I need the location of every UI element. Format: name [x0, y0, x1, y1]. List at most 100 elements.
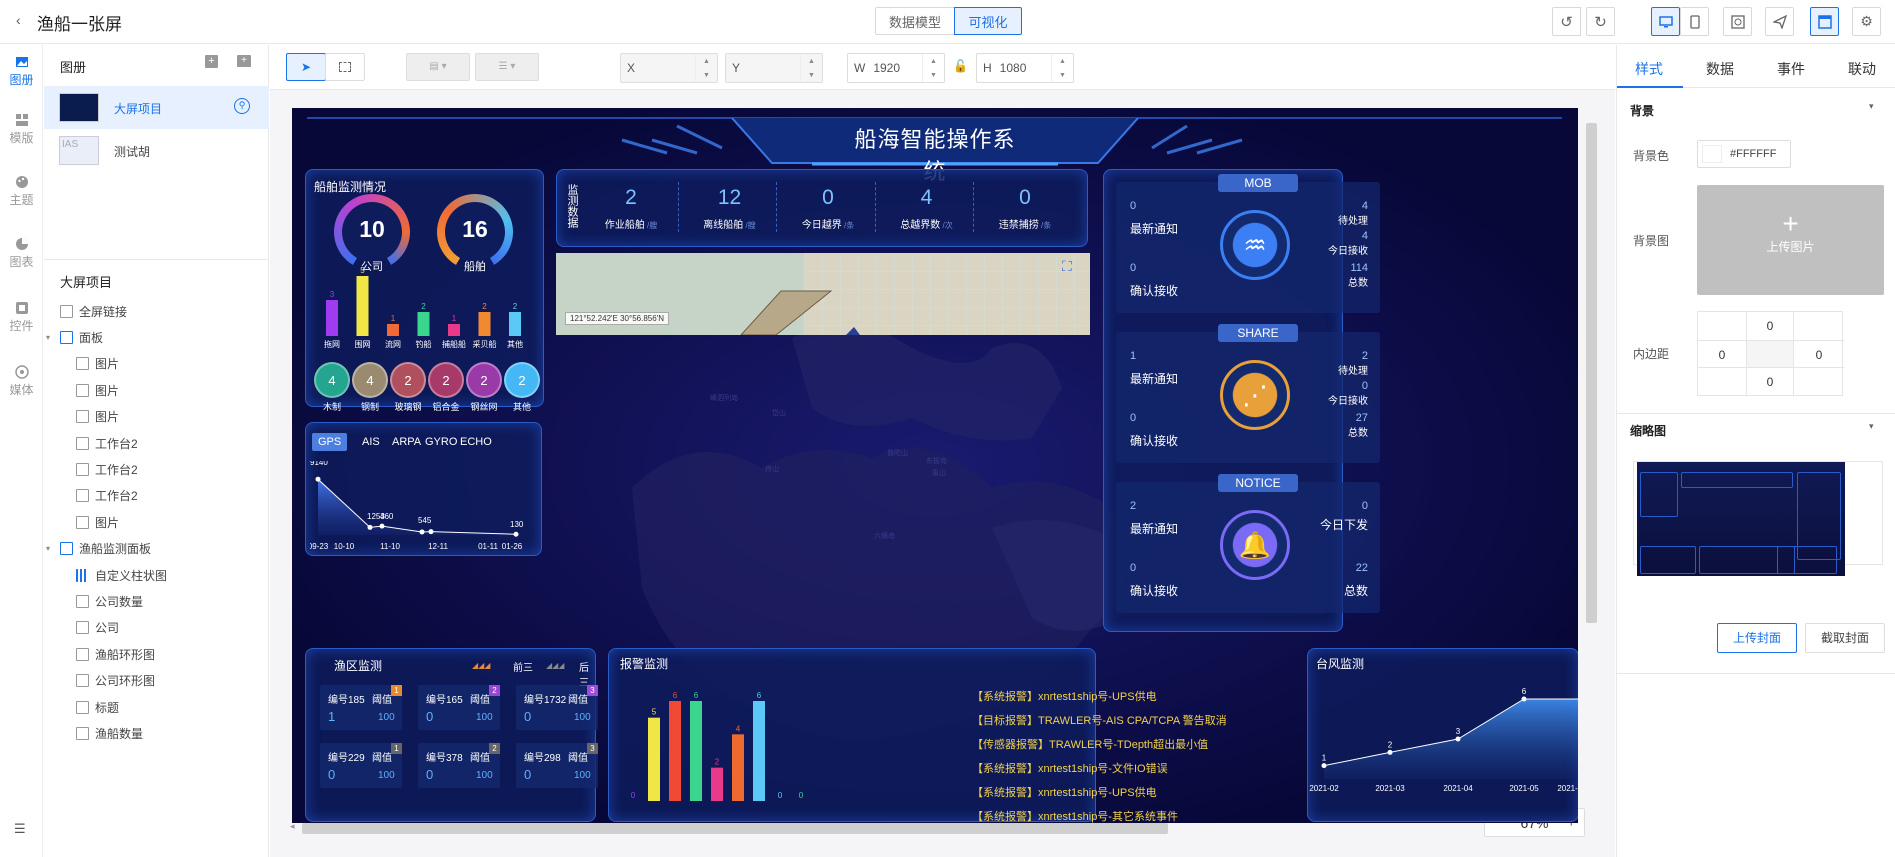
bar-category-label: 捕船船 — [442, 339, 466, 349]
sensor-tab[interactable]: AIS — [356, 433, 386, 451]
padding-top[interactable]: 0 — [1746, 312, 1794, 340]
bg-color-input[interactable]: #FFFFFF — [1697, 140, 1791, 168]
preview-button[interactable] — [1723, 7, 1752, 36]
fishing-zone-cell[interactable]: 编号185 阈值 1 100 1 — [320, 685, 402, 730]
typhoon-axis-label: 2021-02 — [1309, 784, 1339, 793]
map-strip[interactable]: 121°52.242'E 30°56.856'N ⛶ — [556, 253, 1090, 335]
typhoon-title: 台风监测 — [1316, 657, 1365, 671]
add-folder-icon[interactable]: + — [237, 55, 251, 67]
album-item-active[interactable]: 大屏项目 ⚲ — [44, 86, 269, 129]
fishing-zone-cell[interactable]: 编号165 阈值 0 100 2 — [418, 685, 500, 730]
x-input[interactable]: X ▲ ▼ — [620, 53, 718, 83]
album-icon — [15, 57, 28, 67]
properties-tab[interactable]: 联动 — [1848, 59, 1876, 79]
confirmed-label: 确认接收 — [1130, 434, 1179, 448]
fishing-zone-cell[interactable]: 编号378 阈值 0 100 2 — [418, 743, 500, 788]
properties-tab[interactable]: 样式 — [1635, 59, 1663, 79]
cell-threshold-label: 阈值 — [372, 695, 392, 706]
nav-theme[interactable]: 主题 — [0, 175, 43, 208]
alarm-message[interactable]: 【传感器报警】TRAWLER号-TDepth超出最小值 — [972, 736, 1208, 752]
lock-icon[interactable]: 🔓 — [953, 59, 968, 73]
bg-image-upload[interactable]: + 上传图片 — [1697, 185, 1884, 295]
properties-tab[interactable]: 数据 — [1706, 59, 1734, 79]
material-value: 4 — [328, 372, 336, 388]
marquee-tool-button[interactable] — [325, 53, 365, 81]
desktop-view-button[interactable] — [1651, 7, 1680, 36]
data-model-button[interactable]: 数据模型 — [875, 7, 955, 35]
padding-left[interactable]: 0 — [1698, 340, 1746, 368]
distribute-dropdown[interactable]: ☰ ▾ — [475, 53, 539, 81]
notice-stat-label: 待处理 — [1338, 366, 1368, 377]
cell-value: 0 — [524, 767, 532, 782]
upload-cover-button[interactable]: 上传封面 — [1717, 623, 1797, 653]
redo-button[interactable]: ↻ — [1586, 7, 1615, 36]
padding-right[interactable]: 0 — [1794, 340, 1844, 368]
sensor-tab[interactable]: ECHO — [454, 433, 498, 451]
add-page-icon[interactable]: + — [205, 55, 218, 68]
alarm-message[interactable]: 【系统报警】xnrtest1ship号-其它系统事件 — [972, 808, 1178, 823]
select-tool-button[interactable]: ➤ — [286, 53, 326, 81]
fishing-zone-title: 渔区监测 — [334, 659, 383, 673]
padding-bottom[interactable]: 0 — [1746, 368, 1794, 396]
nav-album[interactable]: 图册 — [0, 55, 43, 88]
link-icon[interactable]: ⚲ — [234, 98, 250, 114]
alarm-message[interactable]: 【系统报警】xnrtest1ship号-文件IO错误 — [972, 760, 1168, 776]
tree-node-label: 公司数量 — [95, 594, 144, 609]
width-input[interactable]: W 1920 ▲ ▼ — [847, 53, 945, 83]
align-dropdown[interactable]: ▤ ▾ — [406, 53, 470, 81]
confirmed-label: 确认接收 — [1130, 584, 1179, 598]
mobile-view-button[interactable] — [1680, 7, 1709, 36]
bar-category-label: 采贝船 — [473, 339, 497, 349]
stat-unit: /条 — [841, 221, 855, 230]
nav-media[interactable]: 媒体 — [0, 365, 43, 398]
back-icon[interactable]: ‹ — [16, 12, 21, 28]
fishing-zone-cell[interactable]: 编号229 阈值 0 100 1 — [320, 743, 402, 788]
fishing-zone-cell[interactable]: 编号1732 阈值 0 100 3 — [516, 685, 598, 730]
alarm-message[interactable]: 【系统报警】xnrtest1ship号-UPS供电 — [972, 784, 1157, 800]
expand-arrow-icon[interactable]: ▾ — [46, 333, 60, 342]
fishing-zone-cell[interactable]: 编号298 阈值 0 100 3 — [516, 743, 598, 788]
alarm-bar — [690, 701, 702, 801]
capture-cover-button[interactable]: 截取封面 — [1805, 623, 1885, 653]
collapse-menu-icon[interactable]: ☰ — [14, 821, 26, 837]
horizontal-scrollbar[interactable] — [302, 823, 1168, 834]
bg-section-collapse-icon[interactable]: ▾ — [1869, 101, 1874, 112]
h-stepper[interactable]: ▲ ▼ — [1051, 54, 1073, 82]
dashboard-screen[interactable]: 船海智能操作系统 船舶监测情况 10公司16船舶 3拖网5围网1流网2钓船1捕船… — [292, 108, 1578, 823]
y-stepper[interactable]: ▲ ▼ — [800, 54, 822, 82]
alarm-bar-value: 4 — [736, 724, 741, 733]
nav-widget[interactable]: 控件 — [0, 301, 43, 334]
alarm-message[interactable]: 【系统报警】xnrtest1ship号-UPS供电 — [972, 688, 1157, 704]
w-stepper[interactable]: ▲ ▼ — [922, 54, 944, 82]
vertical-scrollbar[interactable] — [1586, 123, 1597, 623]
x-stepper[interactable]: ▲ ▼ — [695, 54, 717, 82]
settings-button[interactable]: ⚙ — [1852, 7, 1881, 36]
sensor-tab[interactable]: GPS — [312, 433, 348, 451]
cell-value: 0 — [426, 767, 434, 782]
bar-value-label: 5 — [360, 266, 365, 275]
nav-template[interactable]: 模版 — [0, 113, 43, 146]
visualize-button[interactable]: 可视化 — [954, 7, 1022, 35]
stat-value: 0 — [1019, 186, 1031, 209]
confirmed-count: 0 — [1130, 562, 1137, 574]
fullscreen-icon[interactable]: ⛶ — [1062, 258, 1072, 275]
album-item[interactable]: IAS 测试胡 — [44, 129, 269, 172]
height-input[interactable]: H 1080 ▲ ▼ — [976, 53, 1074, 83]
publish-button[interactable] — [1765, 7, 1794, 36]
properties-tab[interactable]: 事件 — [1777, 59, 1805, 79]
send-icon — [1772, 14, 1787, 29]
stat-label-text: 今日越界 — [801, 220, 842, 231]
alarm-message[interactable]: 【目标报警】TRAWLER号-AIS CPA/TCPA 警告取消 — [972, 712, 1227, 728]
notice-stat-value: 0 — [1361, 500, 1368, 512]
material-circle: 4 — [314, 362, 350, 398]
fishing-zone-panel: 渔区监测 ◢◢◢ 前三 ◢◢◢ 后三 编号185 阈值 1 100 1 编号165 阈值 0 1… — [305, 648, 598, 822]
tree-node[interactable]: 渔船数量 — [76, 718, 143, 748]
y-input[interactable]: Y ▲ ▼ — [725, 53, 823, 83]
bg-color-swatch — [1702, 145, 1722, 163]
layout-panel-button[interactable] — [1810, 7, 1839, 36]
thumbnail-collapse-icon[interactable]: ▾ — [1869, 421, 1874, 432]
undo-button[interactable]: ↺ — [1552, 7, 1581, 36]
rank-tag: 3 — [587, 685, 598, 696]
nav-chart[interactable]: 图表 — [0, 237, 43, 270]
expand-arrow-icon[interactable]: ▾ — [46, 544, 60, 553]
